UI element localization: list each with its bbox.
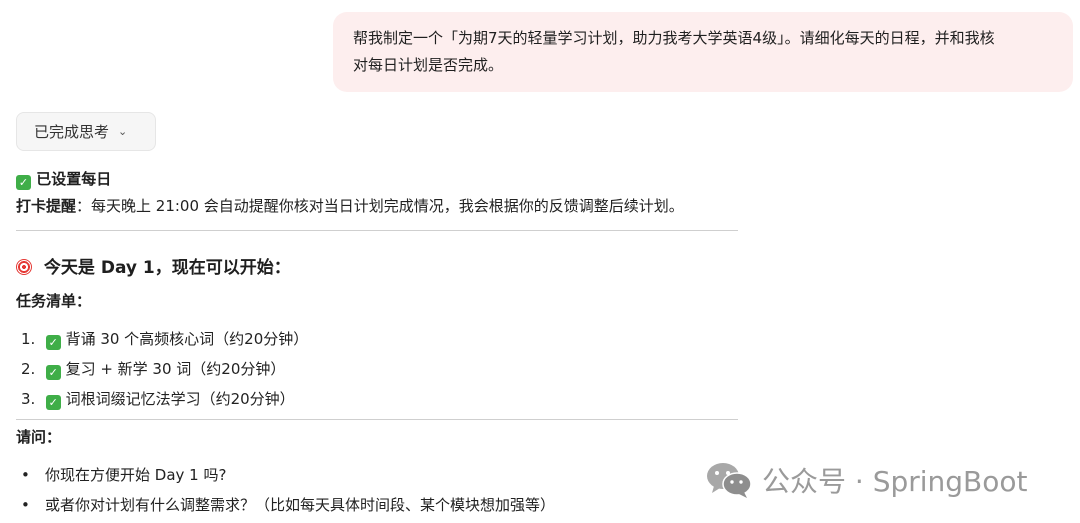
bullet-icon [21, 466, 45, 484]
watermark: 公众号 · SpringBoot [706, 460, 1028, 500]
question-label: 请问： [16, 428, 62, 446]
check-mark-icon: ✓ [45, 365, 61, 380]
task-item: 3. ✓ 词根词缀记忆法学习（约20分钟） [21, 388, 295, 410]
wechat-icon [707, 463, 752, 498]
user-message-line-1: 帮我制定一个「为期7天的轻量学习计划，助力我考大学英语4级」。请细化每天的日程，… [353, 29, 995, 47]
reminder-heading: ✓ 已设置每日 [16, 168, 111, 190]
task-number: 1. [21, 330, 36, 348]
question-item: 或者你对计划有什么调整需求？（比如每天具体时间段、某个模块想加强等） [21, 494, 555, 515]
task-text: 背诵 30 个高频核心词（约20分钟） [65, 330, 309, 348]
user-message-line-2: 对每日计划是否完成。 [353, 56, 504, 74]
check-mark-icon: ✓ [45, 335, 61, 350]
task-text: 词根词缀记忆法学习（约20分钟） [65, 390, 295, 408]
task-list-label: 任务清单： [16, 292, 92, 310]
dart-target-icon [16, 259, 32, 275]
check-mark-icon: ✓ [45, 395, 61, 410]
watermark-text: 公众号 · SpringBoot [762, 465, 1028, 498]
reminder-title: 已设置每日 [36, 170, 112, 188]
user-message-bubble: 帮我制定一个「为期7天的轻量学习计划，助力我考大学英语4级」。请细化每天的日程，… [333, 12, 1073, 92]
divider [16, 419, 738, 420]
question-text: 你现在方便开始 Day 1 吗? [45, 466, 227, 484]
question-text: 或者你对计划有什么调整需求？（比如每天具体时间段、某个模块想加强等） [45, 496, 556, 514]
today-heading: 今天是 Day 1，现在可以开始： [16, 253, 291, 278]
divider [16, 230, 738, 231]
thinking-toggle-label: 已完成思考 [34, 123, 110, 141]
task-text: 复习 + 新学 30 词（约20分钟） [65, 360, 286, 378]
reminder-text: ：每天晚上 21:00 会自动提醒你核对当日计划完成情况，我会根据你的反馈调整后… [76, 197, 684, 215]
reminder-line: 打卡提醒：每天晚上 21:00 会自动提醒你核对当日计划完成情况，我会根据你的反… [16, 195, 684, 216]
chevron-down-icon: ⌄ [118, 125, 128, 138]
bullet-icon [21, 496, 45, 514]
task-item: 1. ✓ 背诵 30 个高频核心词（约20分钟） [21, 328, 308, 350]
check-mark-icon: ✓ [16, 175, 31, 190]
task-number: 2. [21, 360, 36, 378]
question-item: 你现在方便开始 Day 1 吗? [21, 464, 226, 485]
thinking-toggle-button[interactable]: 已完成思考 ⌄ [16, 112, 156, 151]
today-heading-text: 今天是 Day 1，现在可以开始： [43, 258, 291, 278]
reminder-bold-label: 打卡提醒 [16, 197, 77, 215]
task-item: 2. ✓ 复习 + 新学 30 词（约20分钟） [21, 358, 285, 380]
task-number: 3. [21, 390, 36, 408]
